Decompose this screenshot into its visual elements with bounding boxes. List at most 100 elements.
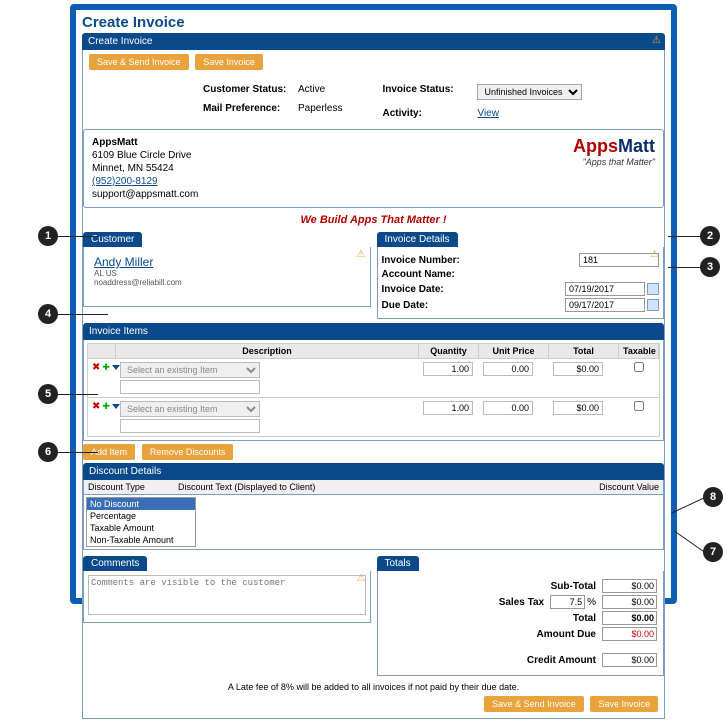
callout-4: 4 [38,304,58,324]
comments-panel: Comments ⚠ [83,556,371,676]
company-tagline: We Build Apps That Matter ! [83,208,664,230]
discount-col-text: Discount Text (Displayed to Client) [178,482,569,492]
discount-col-type: Discount Type [88,482,178,492]
item-row: ✖✚ Select an existing Item [87,359,660,398]
col-unit-price: Unit Price [479,344,549,358]
late-fee-note: A Late fee of 8% will be added to all in… [83,676,664,696]
callout-6: 6 [38,442,58,462]
discount-type-dropdown[interactable]: No DiscountPercentageTaxable AmountNon-T… [86,497,196,547]
price-input[interactable] [483,401,533,415]
price-input[interactable] [483,362,533,376]
logo-matt: Matt [618,136,655,156]
invoice-date-input[interactable] [565,282,645,296]
delete-icon[interactable]: ✖ [92,362,100,373]
mail-pref-value: Paperless [298,103,342,114]
warn-icon: ⚠ [650,249,659,260]
col-quantity: Quantity [419,344,479,358]
qty-input[interactable] [423,401,473,415]
invoice-date-label: Invoice Date: [382,284,492,295]
warn-icon: ⚠ [357,249,366,260]
calendar-icon[interactable] [647,283,659,295]
company-block: AppsMatt 6109 Blue Circle Drive Minnet, … [83,129,664,208]
callout-8: 8 [703,487,723,507]
item-desc-input[interactable] [120,380,260,394]
discount-option[interactable]: Non-Taxable Amount [87,534,195,546]
items-header: Invoice Items [83,323,664,340]
col-taxable: Taxable [619,344,659,358]
totals-header: Totals [385,558,411,569]
customer-status-label: Customer Status: [203,84,298,95]
col-total: Total [549,344,619,358]
items-columns: Description Quantity Unit Price Total Ta… [87,343,660,359]
invoice-number-label: Invoice Number: [382,255,492,266]
warn-icon: ⚠ [357,573,366,584]
discount-option[interactable]: Percentage [87,510,195,522]
remove-discounts-button[interactable]: Remove Discounts [142,444,234,460]
tax-rate-input[interactable] [550,595,585,609]
company-name: AppsMatt [92,136,198,149]
qty-input[interactable] [423,362,473,376]
callout-2: 2 [700,226,720,246]
account-name-label: Account Name: [382,269,492,280]
line-total [553,401,603,415]
line-total [553,362,603,376]
discount-panel: Discount Details Discount Type Discount … [83,463,664,550]
company-phone[interactable]: (952)200-8129 [92,176,158,187]
logo-apps: Apps [573,136,618,156]
invoice-number-input[interactable] [579,253,659,267]
taxable-checkbox[interactable] [634,362,644,372]
total-label: Total [573,613,596,624]
total-value [602,611,657,625]
discount-option[interactable]: Taxable Amount [87,522,195,534]
top-button-row: Save & Send Invoice Save Invoice [83,50,664,74]
item-row: ✖✚ Select an existing Item [87,398,660,437]
subtotal-value [602,579,657,593]
discount-col-value: Discount Value [569,482,659,492]
mail-pref-label: Mail Preference: [203,103,298,114]
company-email: support@appsmatt.com [92,188,198,201]
taxable-checkbox[interactable] [634,401,644,411]
subtotal-label: Sub-Total [551,581,596,592]
customer-locale: AL US [94,269,366,278]
app-frame: Create Invoice Create Invoice ⚠ Save & S… [70,4,677,604]
company-addr2: Minnet, MN 55424 [92,162,198,175]
item-select[interactable]: Select an existing Item [120,362,260,378]
tax-amount [602,595,657,609]
amount-due-value [602,627,657,641]
save-button-bottom[interactable]: Save Invoice [590,696,658,712]
customer-panel: Customer ⚠ Andy Miller AL US noaddress@r… [83,232,371,319]
company-logo: AppsMatt "Apps that Matter" [573,136,655,167]
callout-3: 3 [700,257,720,277]
customer-name-link[interactable]: Andy Miller [94,255,153,269]
add-icon[interactable]: ✚ [102,362,110,373]
activity-label: Activity: [382,108,477,119]
warn-icon: ⚠ [652,35,661,46]
save-send-button-bottom[interactable]: Save & Send Invoice [484,696,584,712]
item-desc-input[interactable] [120,419,260,433]
delete-icon[interactable]: ✖ [92,401,100,412]
percent-sign: % [587,597,596,608]
activity-link[interactable]: View [477,108,499,119]
window-title: Create Invoice [76,10,671,33]
callout-1: 1 [38,226,58,246]
callout-7: 7 [703,542,723,562]
col-description: Description [116,344,419,358]
add-icon[interactable]: ✚ [102,401,110,412]
customer-status-value: Active [298,84,325,95]
comments-textarea[interactable] [88,575,366,615]
save-button-top[interactable]: Save Invoice [195,54,263,70]
company-addr1: 6109 Blue Circle Drive [92,149,198,162]
credit-value [602,653,657,667]
panel-title-text: Create Invoice [88,36,152,47]
save-send-button-top[interactable]: Save & Send Invoice [89,54,189,70]
invoice-status-select[interactable]: Unfinished Invoices [477,84,582,100]
amount-due-label: Amount Due [537,629,596,640]
discount-header: Discount Details [89,466,161,477]
item-select[interactable]: Select an existing Item [120,401,260,417]
due-date-input[interactable] [565,298,645,312]
invoice-status-label: Invoice Status: [382,84,477,100]
calendar-icon[interactable] [647,299,659,311]
discount-option[interactable]: No Discount [87,498,195,510]
sales-tax-label: Sales Tax [499,597,544,608]
invoice-details-header: Invoice Details [385,234,450,245]
